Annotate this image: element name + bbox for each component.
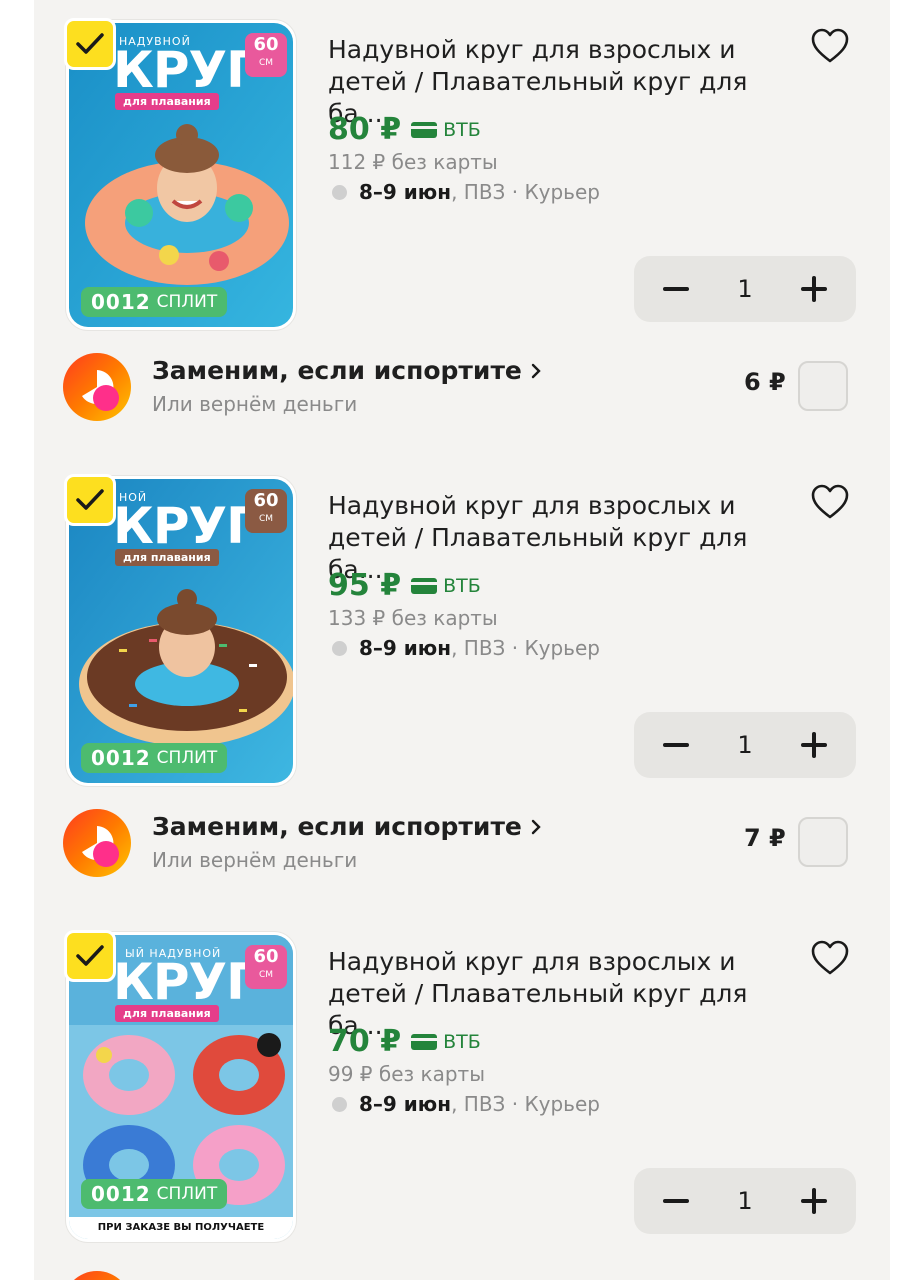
quantity-stepper: 1 <box>634 1168 856 1234</box>
size-unit: СМ <box>258 58 274 68</box>
size-badge: 60 СМ <box>245 33 287 77</box>
service-price: 6 ₽ <box>744 368 786 396</box>
price-without-card: 133 ₽ без карты <box>328 606 498 630</box>
delivery-info: 8–9 июн, ПВЗ · Курьер <box>332 636 600 660</box>
bank-card-icon <box>411 1033 438 1050</box>
split-word: СПЛИТ <box>156 1184 218 1204</box>
split-word: СПЛИТ <box>156 748 218 768</box>
bank-card-icon <box>411 577 438 594</box>
split-badge: 0012 СПЛИТ <box>81 287 228 317</box>
service-title[interactable]: Заменим, если испортите <box>152 812 542 841</box>
service-checkbox[interactable] <box>798 817 848 867</box>
size-badge: 60 СМ <box>245 945 287 989</box>
price-without-card: 112 ₽ без карты <box>328 150 498 174</box>
delivery-method: , ПВЗ · Курьер <box>451 636 600 660</box>
image-title-text: КРУГ <box>113 497 258 555</box>
cart-item: НАДУВНОЙ КРУГ для плавания 60 СМ 0012 СП… <box>34 0 890 330</box>
card-badge: ВТБ <box>411 1031 481 1053</box>
image-bottom-note: ПРИ ЗАКАЗЕ ВЫ ПОЛУЧАЕТЕ СЛУЧАЙНЫЙ ЦВЕТ <box>69 1217 293 1239</box>
image-subtitle-text: для плавания <box>115 93 219 110</box>
minus-icon[interactable] <box>660 1185 692 1217</box>
minus-icon[interactable] <box>660 729 692 761</box>
delivery-date: 8–9 июн <box>359 636 452 660</box>
service-subtitle: Или вернём деньги <box>152 392 358 416</box>
delivery-date: 8–9 июн <box>359 180 452 204</box>
delivery-date: 8–9 июн <box>359 1092 452 1116</box>
replacement-service: Заменим, если испортите Или вернём деньг… <box>34 808 890 888</box>
plus-icon[interactable] <box>798 1185 830 1217</box>
heart-outline-icon[interactable] <box>810 28 850 64</box>
select-checkbox[interactable] <box>64 474 116 526</box>
delivery-info: 8–9 июн, ПВЗ · Курьер <box>332 180 600 204</box>
delivery-method: , ПВЗ · Курьер <box>451 1092 600 1116</box>
select-checkbox[interactable] <box>64 930 116 982</box>
service-title-text: Заменим, если испортите <box>152 356 522 385</box>
bank-card-icon <box>411 121 438 138</box>
price-with-card: 95 ₽ <box>328 568 402 603</box>
size-unit: СМ <box>258 514 274 524</box>
image-subtitle-text: для плавания <box>115 549 219 566</box>
image-title-text: КРУГ <box>113 41 258 99</box>
cart-item: НОЙ КРУГ для плавания 60 СМ 0012 СПЛИТ Н… <box>34 456 890 786</box>
status-dot-icon <box>332 640 347 656</box>
plus-icon[interactable] <box>798 729 830 761</box>
heart-outline-icon[interactable] <box>810 484 850 520</box>
size-badge: 60 СМ <box>245 489 287 533</box>
service-logo-icon <box>63 809 131 877</box>
plus-icon[interactable] <box>798 273 830 305</box>
quantity-stepper: 1 <box>634 712 856 778</box>
card-badge: ВТБ <box>411 119 481 141</box>
quantity-stepper: 1 <box>634 256 856 322</box>
minus-icon[interactable] <box>660 273 692 305</box>
quantity-value: 1 <box>737 1187 753 1215</box>
card-badge: ВТБ <box>411 575 481 597</box>
size-number: 60 <box>253 34 279 55</box>
replacement-service: Заменим, если испортите Или вернём деньг… <box>34 352 890 432</box>
select-checkbox[interactable] <box>64 18 116 70</box>
split-word: СПЛИТ <box>156 292 218 312</box>
checkmark-icon <box>76 489 104 510</box>
price-without-card: 99 ₽ без карты <box>328 1062 485 1086</box>
image-subtitle-text: для плавания <box>115 1005 219 1022</box>
heart-outline-icon[interactable] <box>810 940 850 976</box>
service-title[interactable]: Заменим, если испортите <box>152 356 542 385</box>
delivery-method: , ПВЗ · Курьер <box>451 180 600 204</box>
split-badge: 0012 СПЛИТ <box>81 1179 228 1209</box>
service-title-text: Заменим, если испортите <box>152 812 522 841</box>
price-row: 95 ₽ ВТБ <box>328 568 481 603</box>
quantity-value: 1 <box>737 275 753 303</box>
split-digits: 0012 <box>91 1182 151 1206</box>
size-unit: СМ <box>258 970 274 980</box>
delivery-info: 8–9 июн, ПВЗ · Курьер <box>332 1092 600 1116</box>
size-number: 60 <box>253 946 279 967</box>
checkmark-icon <box>76 945 104 966</box>
quantity-value: 1 <box>737 731 753 759</box>
card-label: ВТБ <box>443 574 481 597</box>
status-dot-icon <box>332 184 347 200</box>
price-row: 80 ₽ ВТБ <box>328 112 481 147</box>
service-logo-icon <box>63 353 131 421</box>
price-with-card: 80 ₽ <box>328 112 402 147</box>
split-badge: 0012 СПЛИТ <box>81 743 228 773</box>
split-digits: 0012 <box>91 290 151 314</box>
checkmark-icon <box>76 33 104 54</box>
service-price: 7 ₽ <box>744 824 786 852</box>
image-title-text: КРУГ <box>113 953 258 1011</box>
cart-list: НАДУВНОЙ КРУГ для плавания 60 СМ 0012 СП… <box>34 0 890 1280</box>
chevron-right-icon <box>531 819 541 834</box>
price-with-card: 70 ₽ <box>328 1024 402 1059</box>
status-dot-icon <box>332 1096 347 1112</box>
chevron-right-icon <box>531 363 541 378</box>
cart-item: ЫЙ НАДУВНОЙ КРУГ для плавания 60 СМ 0012… <box>34 912 890 1242</box>
card-label: ВТБ <box>443 118 481 141</box>
service-checkbox[interactable] <box>798 361 848 411</box>
service-subtitle: Или вернём деньги <box>152 848 358 872</box>
card-label: ВТБ <box>443 1030 481 1053</box>
split-digits: 0012 <box>91 746 151 770</box>
service-logo-icon <box>73 1271 121 1280</box>
price-row: 70 ₽ ВТБ <box>328 1024 481 1059</box>
size-number: 60 <box>253 490 279 511</box>
